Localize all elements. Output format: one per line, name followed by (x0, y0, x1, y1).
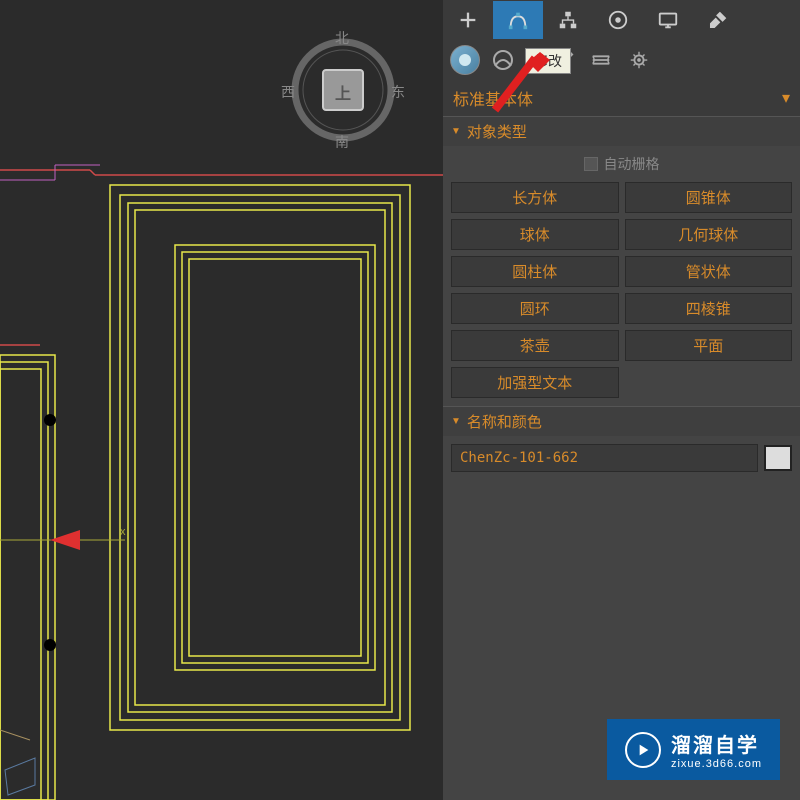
color-swatch[interactable] (764, 445, 792, 471)
btn-torus[interactable]: 圆环 (451, 293, 619, 324)
btn-teapot[interactable]: 茶壶 (451, 330, 619, 361)
tooltip: 修改 (525, 48, 571, 74)
tab-motion[interactable] (593, 1, 643, 39)
btn-tube[interactable]: 管状体 (625, 256, 793, 287)
tab-create[interactable] (443, 1, 493, 39)
subtab-geometry[interactable]: 修改 (447, 42, 483, 78)
sub-tab-row: 修改 (443, 40, 800, 80)
viewport[interactable]: x 北 南 西 东 上 (0, 0, 443, 800)
autogrid-row[interactable]: 自动栅格 (451, 154, 792, 174)
play-icon (625, 732, 661, 768)
section-name-color-header[interactable]: ▼ 名称和颜色 (443, 406, 800, 436)
object-name-input[interactable] (451, 444, 758, 472)
main-tab-row (443, 0, 800, 40)
subtab-shapes[interactable] (485, 42, 521, 78)
svg-text:x: x (120, 526, 126, 538)
subtab-cameras[interactable] (583, 42, 619, 78)
btn-cylinder[interactable]: 圆柱体 (451, 256, 619, 287)
btn-plane[interactable]: 平面 (625, 330, 793, 361)
tab-hierarchy[interactable] (543, 1, 593, 39)
btn-sphere[interactable]: 球体 (451, 219, 619, 250)
autogrid-checkbox[interactable] (584, 157, 598, 171)
section-object-type-body: 自动栅格 长方体 圆锥体 球体 几何球体 圆柱体 管状体 圆环 四棱锥 茶壶 平… (443, 146, 800, 406)
section-name-color-body (443, 436, 800, 480)
btn-textplus[interactable]: 加强型文本 (451, 367, 619, 398)
watermark: 溜溜自学 zixue.3d66.com (607, 719, 780, 780)
viewcube[interactable]: 北 南 西 东 上 (283, 30, 403, 150)
tab-utilities[interactable] (693, 1, 743, 39)
command-panel: 修改 标准基本体 ▾ ▼ 对象类型 自动栅格 长方体 圆锥体 (443, 0, 800, 800)
btn-box[interactable]: 长方体 (451, 182, 619, 213)
btn-pyramid[interactable]: 四棱锥 (625, 293, 793, 324)
subtab-helpers[interactable] (621, 42, 657, 78)
btn-geosphere[interactable]: 几何球体 (625, 219, 793, 250)
section-object-type-header[interactable]: ▼ 对象类型 (443, 116, 800, 146)
category-dropdown[interactable]: 标准基本体 ▾ (443, 80, 800, 116)
btn-cone[interactable]: 圆锥体 (625, 182, 793, 213)
tab-modify[interactable] (493, 1, 543, 39)
tab-display[interactable] (643, 1, 693, 39)
